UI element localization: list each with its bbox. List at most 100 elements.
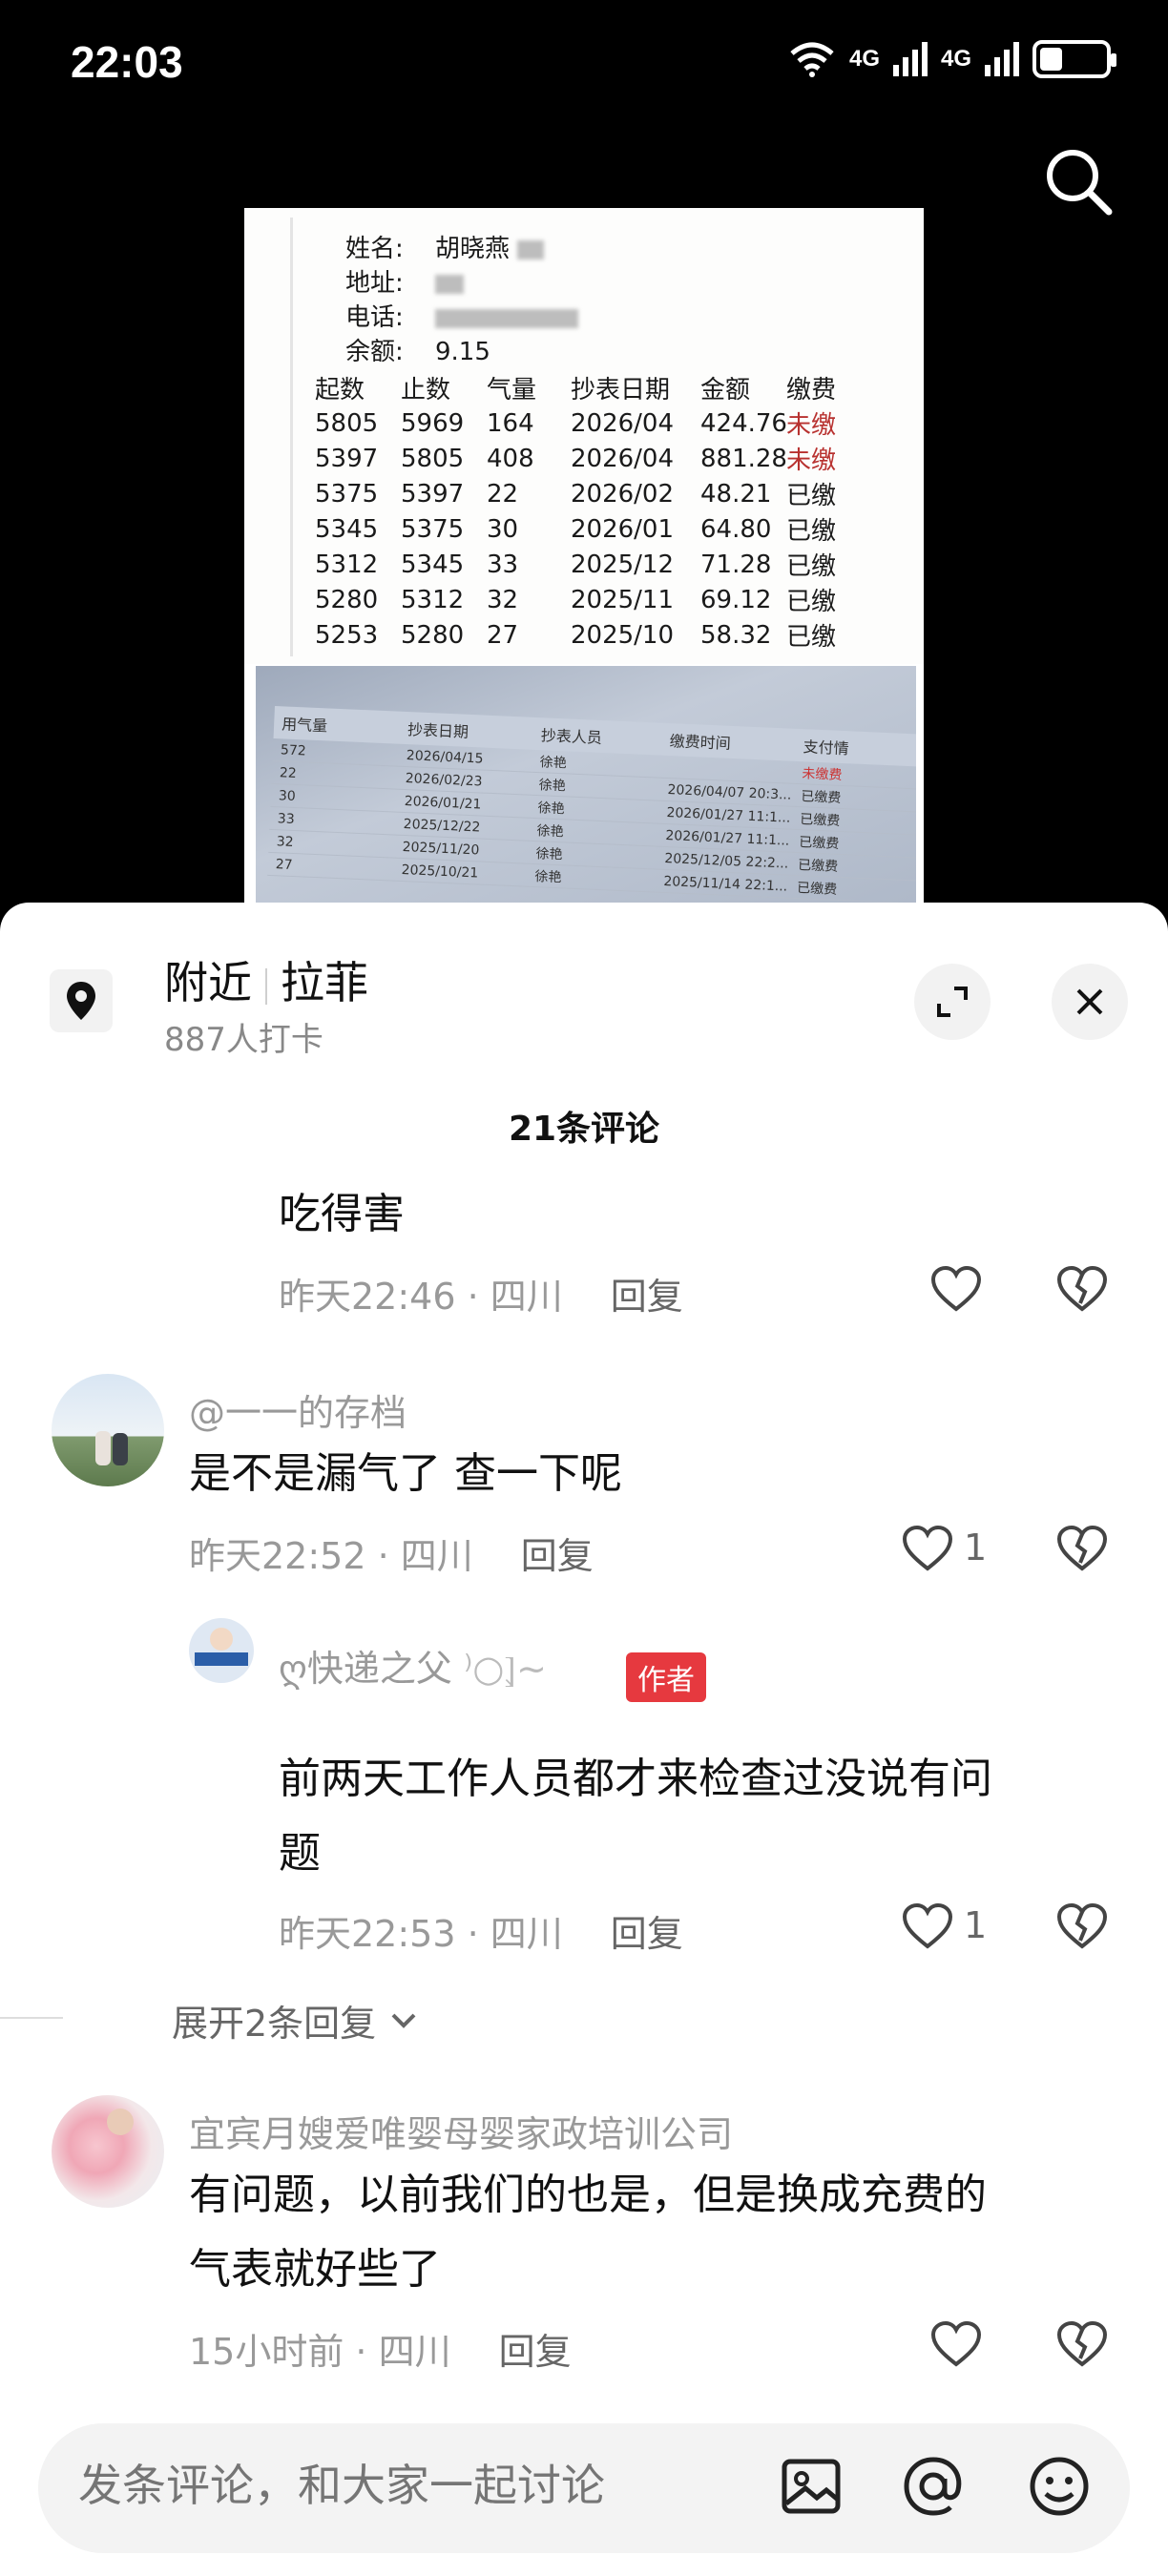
bill-cell: 5253 — [315, 620, 379, 650]
expand-replies-button[interactable]: 展开2条回复 — [0, 1994, 418, 2046]
screen-cell: 2026/02/23 — [405, 770, 483, 790]
avatar[interactable] — [189, 1618, 254, 1683]
screen-cell: 2025/12/05 22:2... — [664, 850, 789, 872]
comment-sheet — [0, 903, 1168, 2576]
screen-cell: 2026/01/27 11:1... — [666, 804, 791, 826]
screen-column-header: 抄表日期 — [407, 720, 469, 741]
bill-cell: 已缴 — [786, 588, 837, 616]
dislike-broken-heart-icon[interactable] — [1055, 1265, 1109, 1313]
avatar-figure — [210, 1628, 233, 1651]
bill-cell: 5345 — [315, 514, 379, 544]
page-edge — [290, 218, 293, 656]
comment-username[interactable]: ღ快递之父 ⁾○⦎~ — [279, 1639, 547, 1692]
bill-cell: 5312 — [401, 585, 465, 614]
comment-text-line: 气表就好些了 — [189, 2245, 441, 2294]
status-bar: 22:03 4G 4G — [0, 0, 1168, 134]
bill-cell: 5805 — [401, 444, 465, 473]
location-pin-icon[interactable] — [50, 969, 113, 1032]
like-heart-icon[interactable] — [929, 2320, 983, 2368]
reply-button[interactable]: 回复 — [611, 1276, 683, 1318]
reply-button[interactable]: 回复 — [499, 2331, 572, 2373]
bill-cell: 5345 — [401, 550, 465, 579]
bill-cell: 2026/04 — [571, 444, 675, 473]
comment-time: 昨天22:53 · 四川 — [279, 1913, 563, 1955]
like-heart-icon[interactable] — [901, 1902, 954, 1950]
emoji-icon[interactable] — [1023, 2450, 1095, 2523]
like-heart-icon[interactable] — [901, 1525, 954, 1572]
info-value: 胡晓燕 — [435, 235, 511, 263]
bill-cell: 2025/11 — [571, 585, 675, 614]
comment-time: 15小时前 · 四川 — [189, 2331, 451, 2373]
screen-column-header: 抄表人员 — [540, 726, 603, 747]
bill-cell: 2025/12 — [571, 550, 675, 579]
bill-cell: 已缴 — [786, 482, 837, 510]
info-label: 姓名: — [345, 235, 404, 263]
expand-button[interactable] — [914, 964, 991, 1040]
avatar[interactable] — [52, 2095, 164, 2208]
info-address: 地址: — [345, 263, 464, 299]
bill-column-header: 气量 — [487, 376, 537, 405]
bill-table-row: 5805 5969 164 2026/04 424.76 未缴 — [315, 405, 853, 441]
screen-cell: 徐艳 — [538, 777, 566, 794]
post-image[interactable]: 姓名: 胡晓燕 地址: 电话: 余额: 9.15 起数 止数 气量 抄表日期 金额 缴费 580… — [244, 208, 924, 906]
avatar[interactable] — [52, 1374, 164, 1486]
bill-column-header: 抄表日期 — [571, 376, 671, 405]
bill-column-header: 起数 — [315, 376, 365, 405]
comment-meta: 昨天22:52 · 四川 回复 — [189, 1527, 594, 1579]
author-badge: 作者 — [626, 1652, 706, 1702]
battery-fill — [1040, 48, 1062, 71]
comment-text-line: 前两天工作人员都才来检查过没说有问 — [279, 1755, 992, 1803]
screen-cell: 已缴费 — [796, 880, 838, 898]
screen-cell: 33 — [277, 810, 296, 827]
info-phone: 电话: — [345, 298, 578, 333]
dislike-broken-heart-icon[interactable] — [1055, 2320, 1109, 2368]
bill-cell: 33 — [487, 550, 519, 579]
screen-column-header: 缴费时间 — [669, 732, 732, 753]
bill-table-row: 5375 5397 22 2026/02 48.21 已缴 — [315, 476, 853, 511]
bill-cell: 2025/10 — [571, 620, 675, 650]
close-button[interactable] — [1052, 964, 1128, 1040]
location-title[interactable]: 附近 拉菲 — [164, 948, 368, 1011]
dislike-broken-heart-icon[interactable] — [1055, 1525, 1109, 1572]
dislike-broken-heart-icon[interactable] — [1055, 1902, 1109, 1950]
bill-cell: 30 — [487, 514, 519, 544]
comment-username[interactable]: @一一的存档 — [189, 1383, 407, 1436]
meter-screen-photo: 用气量 抄表日期 抄表人员 缴费时间 支付情 572 2026/04/15 徐艳 未缴费 22 20… — [256, 666, 916, 906]
reply-button[interactable]: 回复 — [611, 1913, 683, 1955]
bill-table-row: 5253 5280 27 2025/10 58.32 已缴 — [315, 617, 853, 653]
like-heart-icon[interactable] — [929, 1265, 983, 1313]
network-type-label-2: 4G — [940, 46, 971, 72]
search-icon[interactable] — [1042, 145, 1115, 218]
location-prefix: 附近 — [164, 957, 252, 1008]
expand-replies-label: 展开2条回复 — [172, 2003, 377, 2045]
divider — [0, 2017, 63, 2019]
screen-cell: 已缴费 — [800, 811, 841, 829]
comment-meta: 15小时前 · 四川 回复 — [189, 2322, 572, 2375]
comment-meta: 昨天22:46 · 四川 回复 — [279, 1267, 683, 1319]
image-icon[interactable] — [775, 2450, 847, 2523]
wifi-icon — [790, 42, 834, 77]
comment-username[interactable]: 宜宾月嫂爱唯婴母婴家政培训公司 — [189, 2105, 733, 2157]
reply-button[interactable]: 回复 — [521, 1535, 594, 1577]
avatar-banner — [195, 1652, 248, 1666]
comment-text: 吃得害 — [279, 1190, 405, 1238]
status-time: 22:03 — [71, 37, 183, 87]
comment-count: 21条评论 — [508, 1110, 660, 1149]
comment-time: 昨天22:46 · 四川 — [279, 1276, 563, 1318]
expand-icon — [937, 987, 968, 1017]
comment-input[interactable] — [78, 2460, 670, 2511]
bill-column-header: 止数 — [401, 376, 451, 405]
bill-cell: 881.28 — [700, 444, 787, 473]
screen-cell: 徐艳 — [537, 800, 565, 817]
bill-cell: 69.12 — [700, 585, 772, 614]
screen-cell: 2025/12/22 — [403, 816, 481, 836]
screen-cell: 徐艳 — [534, 868, 562, 885]
bill-cell: 27 — [487, 620, 519, 650]
screen-cell: 已缴费 — [797, 857, 839, 875]
redaction — [435, 274, 464, 294]
system-icons: 4G 4G — [788, 40, 1116, 78]
comment-text-line: 有问题，以前我们的也是，但是换成充费的 — [189, 2171, 987, 2219]
bill-cell: 408 — [487, 444, 534, 473]
mention-at-icon[interactable] — [897, 2450, 970, 2523]
screen-cell: 已缴费 — [801, 788, 842, 806]
